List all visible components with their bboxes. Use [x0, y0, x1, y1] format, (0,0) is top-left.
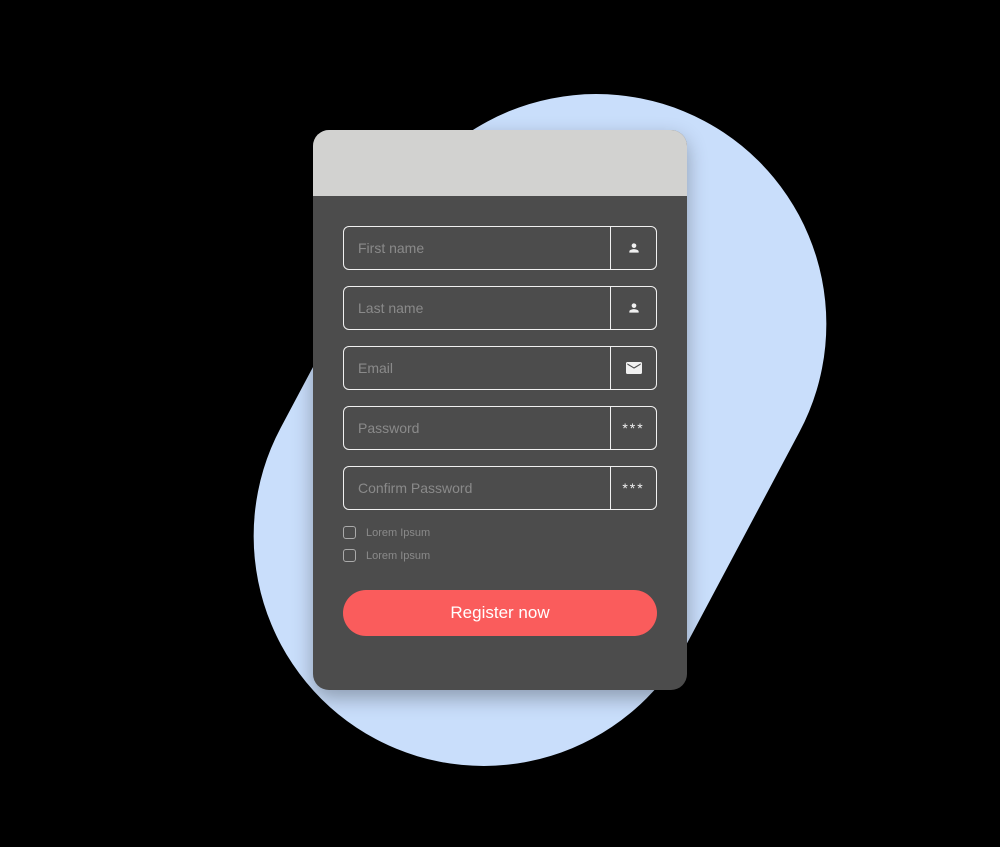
password-mask-icon: *** — [610, 407, 656, 449]
checkbox-2[interactable] — [343, 549, 356, 562]
email-input[interactable] — [344, 347, 610, 389]
last-name-input[interactable] — [344, 287, 610, 329]
mail-icon — [610, 347, 656, 389]
checkbox-1[interactable] — [343, 526, 356, 539]
confirm-password-row: *** — [343, 466, 657, 510]
password-mask-icon: *** — [610, 467, 656, 509]
user-icon — [610, 227, 656, 269]
register-card: *** *** Lorem Ipsum Lorem Ipsum Register… — [313, 130, 687, 690]
password-row: *** — [343, 406, 657, 450]
checkbox-row-2: Lorem Ipsum — [343, 549, 657, 562]
register-form: *** *** Lorem Ipsum Lorem Ipsum Register… — [313, 196, 687, 660]
checkbox-1-label: Lorem Ipsum — [366, 527, 430, 539]
checkbox-2-label: Lorem Ipsum — [366, 550, 430, 562]
password-input[interactable] — [344, 407, 610, 449]
first-name-row — [343, 226, 657, 270]
email-row — [343, 346, 657, 390]
card-header — [313, 130, 687, 196]
register-button[interactable]: Register now — [343, 590, 657, 636]
confirm-password-input[interactable] — [344, 467, 610, 509]
last-name-row — [343, 286, 657, 330]
first-name-input[interactable] — [344, 227, 610, 269]
user-icon — [610, 287, 656, 329]
checkbox-row-1: Lorem Ipsum — [343, 526, 657, 539]
